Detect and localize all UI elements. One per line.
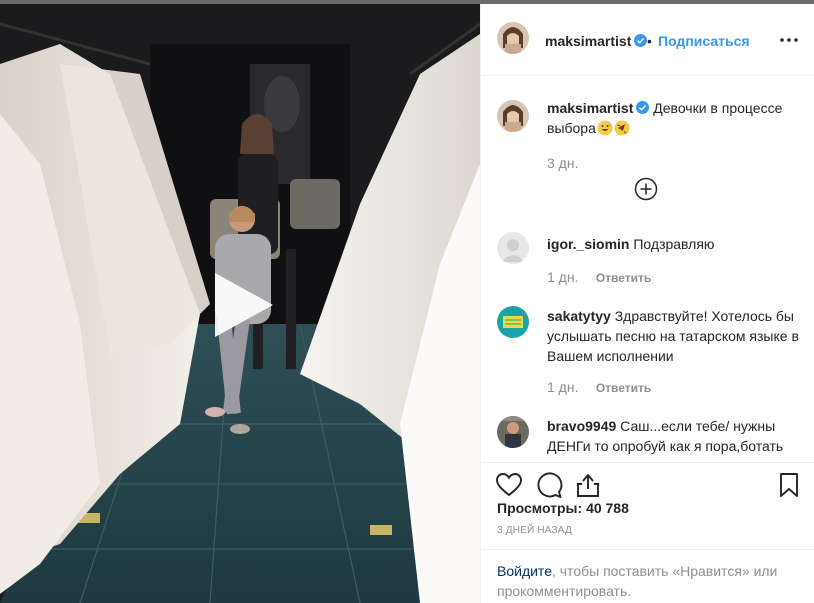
caption-meta: 3 дн.	[547, 155, 578, 171]
bookmark-icon[interactable]	[775, 471, 803, 499]
caption-username[interactable]: maksimartist	[547, 100, 633, 116]
comment-item: sakatytyy Здравствуйте! Хотелось бы услы…	[547, 306, 799, 366]
plus-circle-icon[interactable]	[634, 177, 658, 201]
video-player[interactable]	[0, 4, 480, 603]
avatar[interactable]	[497, 232, 529, 264]
more-options-icon[interactable]	[777, 28, 801, 52]
verified-badge-icon	[634, 34, 648, 47]
post-panel: maksimartist • Подписаться maksimartist …	[480, 4, 814, 603]
caption-time[interactable]: 3 дн.	[547, 155, 578, 171]
reply-button[interactable]: Ответить	[596, 271, 651, 285]
comment-item: bravo9949 Саш...если тебе/ нужны ДЕНГи т…	[547, 416, 799, 456]
author-username[interactable]: maksimartist	[545, 33, 648, 49]
post-header: maksimartist • Подписаться	[481, 4, 814, 76]
share-icon[interactable]	[574, 471, 602, 499]
comment-meta: 1 дн. Ответить	[547, 269, 651, 285]
views-count[interactable]: Просмотры: 40 788	[497, 500, 629, 516]
comment-username[interactable]: sakatytyy	[547, 308, 611, 324]
login-prompt: Войдите, чтобы поставить «Нравится» или …	[481, 549, 814, 603]
rofl-emoji-icon	[614, 120, 630, 136]
play-icon[interactable]	[205, 269, 277, 341]
verified-badge-icon	[636, 101, 650, 114]
post-actions: Просмотры: 40 788 3 дней назад Войдите, …	[481, 462, 814, 603]
comment-item: igor._siomin Подзравляю	[547, 234, 799, 254]
comment-icon[interactable]	[535, 471, 563, 499]
comments-list[interactable]: maksimartist Девочки в процессе выбора 3…	[481, 76, 814, 462]
separator-dot: •	[647, 33, 652, 49]
comment-meta: 1 дн. Ответить	[547, 379, 651, 395]
comment-time[interactable]: 1 дн.	[547, 269, 578, 285]
heart-icon[interactable]	[495, 471, 523, 499]
post-date[interactable]: 3 дней назад	[497, 525, 572, 536]
reply-button[interactable]: Ответить	[596, 381, 651, 395]
views-number: 40 788	[586, 500, 629, 516]
avatar[interactable]	[497, 306, 529, 338]
comment-username[interactable]: igor._siomin	[547, 236, 629, 252]
sweat-smile-emoji-icon	[597, 120, 613, 136]
follow-button[interactable]: Подписаться	[658, 33, 750, 49]
comment-time[interactable]: 1 дн.	[547, 379, 578, 395]
post-caption: maksimartist Девочки в процессе выбора	[547, 98, 799, 138]
views-label: Просмотры:	[497, 500, 583, 516]
avatar[interactable]	[497, 100, 529, 132]
login-link[interactable]: Войдите	[497, 563, 552, 579]
avatar[interactable]	[497, 22, 529, 54]
comment-username[interactable]: bravo9949	[547, 418, 616, 434]
comment-text: Подзравляю	[633, 236, 715, 252]
avatar[interactable]	[497, 416, 529, 448]
